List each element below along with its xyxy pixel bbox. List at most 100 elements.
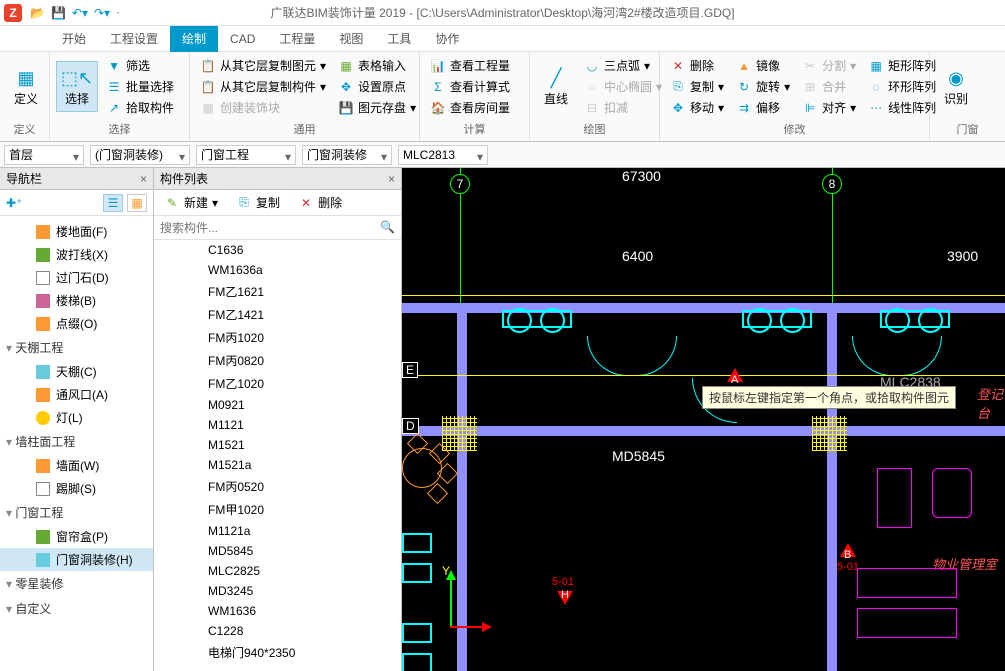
nav-cat-door-window[interactable]: 门窗工程 — [0, 500, 153, 525]
select-button[interactable]: ⬚↖选择 — [56, 61, 98, 112]
nav-add-icon[interactable]: ✚⁺ — [6, 196, 22, 210]
batch-select-button[interactable]: ☰批量选择 — [102, 77, 178, 96]
list-item[interactable]: MD5845 — [154, 541, 401, 561]
component-list[interactable]: C1636WM1636aFM乙1621FM乙1421FM丙1020FM丙0820… — [154, 240, 401, 671]
list-close-icon[interactable]: × — [388, 172, 395, 186]
table-input-button[interactable]: ▦表格输入 — [334, 56, 420, 75]
list-item[interactable]: M1121a — [154, 521, 401, 541]
list-item[interactable]: FM丙1020 — [154, 326, 401, 349]
list-item[interactable]: C1636 — [154, 240, 401, 260]
tab-quantity[interactable]: 工程量 — [267, 26, 327, 52]
tab-start[interactable]: 开始 — [50, 26, 98, 52]
split-button[interactable]: ✂分割 ▾ — [798, 56, 860, 75]
drawing-canvas[interactable]: 7 8 67300 6400 3900 MLC2838 MD5845 — [402, 168, 1005, 671]
three-point-arc-button[interactable]: ◡三点弧 ▾ — [580, 56, 666, 75]
circ-array-button[interactable]: ◌环形阵列 — [864, 77, 940, 96]
tab-project-settings[interactable]: 工程设置 — [98, 26, 170, 52]
mirror-button[interactable]: ▲镜像 — [732, 56, 794, 75]
delete-button[interactable]: ✕删除 — [666, 56, 728, 75]
tab-cad[interactable]: CAD — [218, 26, 267, 52]
quick-access-toolbar: 📂 💾 ↶▾ ↷▾ ⋅ — [30, 6, 120, 20]
list-item[interactable]: 电梯门940*2350 — [154, 641, 401, 664]
copy-from-layer-elem-button[interactable]: 📋从其它层复制图元 ▾ — [196, 56, 330, 75]
line-array-button[interactable]: ⋯线性阵列 — [864, 98, 940, 117]
qat-undo-icon[interactable]: ↶▾ — [72, 6, 88, 20]
list-item[interactable]: FM丙0520 — [154, 475, 401, 498]
filter-button[interactable]: ▼筛选 — [102, 56, 178, 75]
component-list-panel: 构件列表 × ✎新建 ▾ ⎘复制 ✕删除 🔍 C1636WM1636aFM乙16… — [154, 168, 402, 671]
copy-button[interactable]: ⎘复制 ▾ — [666, 77, 728, 96]
rotate-button[interactable]: ↻旋转 ▾ — [732, 77, 794, 96]
list-item[interactable]: WM1636 — [154, 601, 401, 621]
qat-open-icon[interactable]: 📂 — [30, 6, 45, 20]
search-input[interactable] — [154, 216, 401, 239]
list-item[interactable]: FM乙1621 — [154, 280, 401, 303]
create-deco-block-button[interactable]: ▦创建装饰块 — [196, 98, 330, 117]
type-select[interactable]: 门窗工程 — [196, 145, 296, 165]
set-origin-button[interactable]: ✥设置原点 — [334, 77, 420, 96]
view-room-qty-button[interactable]: 🏠查看房间量 — [426, 98, 514, 117]
tab-collab[interactable]: 协作 — [423, 26, 471, 52]
search-icon[interactable]: 🔍 — [380, 220, 395, 234]
floor-select[interactable]: 首层 — [4, 145, 84, 165]
qat-more-icon[interactable]: ⋅ — [116, 6, 120, 20]
dim-6400: 6400 — [622, 248, 653, 264]
list-item[interactable]: M1121 — [154, 415, 401, 435]
list-item[interactable]: M1521 — [154, 435, 401, 455]
list-item[interactable]: M0921 — [154, 395, 401, 415]
tab-tools[interactable]: 工具 — [375, 26, 423, 52]
list-panel-header: 构件列表 × — [154, 168, 401, 190]
list-item[interactable]: WM1636a — [154, 260, 401, 280]
define-button[interactable]: ▦定义 — [6, 62, 46, 111]
deduct-button[interactable]: ⊟扣减 — [580, 98, 666, 117]
grid-bubble-7: 7 — [450, 174, 470, 194]
nav-cat-ceiling[interactable]: 天棚工程 — [0, 335, 153, 360]
line-button[interactable]: ╱直线 — [536, 62, 576, 111]
recognize-button[interactable]: ◉识别 — [936, 62, 976, 111]
nav-close-icon[interactable]: × — [140, 172, 147, 186]
tab-view[interactable]: 视图 — [327, 26, 375, 52]
list-item[interactable]: MD3245 — [154, 581, 401, 601]
list-item[interactable]: C1228 — [154, 621, 401, 641]
view-quantity-button[interactable]: 📊查看工程量 — [426, 56, 514, 75]
list-item[interactable]: FM丙0820 — [154, 349, 401, 372]
merge-button[interactable]: ⊞合并 — [798, 77, 860, 96]
nav-item-threshold: 过门石(D) — [0, 266, 153, 289]
rect-array-button[interactable]: ▦矩形阵列 — [864, 56, 940, 75]
list-item[interactable]: FM乙1020 — [154, 372, 401, 395]
component-select[interactable]: MLC2813 — [398, 145, 488, 165]
center-ellipse-button[interactable]: ○中心椭圆 ▾ — [580, 77, 666, 96]
nav-panel-header: 导航栏 × — [0, 168, 153, 190]
category-select[interactable]: (门窗洞装修) — [90, 145, 190, 165]
nav-item-skirting: 踢脚(S) — [0, 477, 153, 500]
offset-button[interactable]: ⇉偏移 — [732, 98, 794, 117]
qat-redo-icon[interactable]: ↷▾ — [94, 6, 110, 20]
copy-from-layer-comp-button[interactable]: 📋从其它层复制构件 ▾ — [196, 77, 330, 96]
nav-cat-custom[interactable]: 自定义 — [0, 596, 153, 621]
pick-component-button[interactable]: ↗拾取构件 — [102, 98, 178, 117]
new-component-button[interactable]: ✎新建 ▾ — [160, 193, 222, 212]
list-item[interactable]: M1521a — [154, 455, 401, 475]
view-formula-button[interactable]: Σ查看计算式 — [426, 77, 514, 96]
nav-view-list-icon[interactable]: ☰ — [103, 194, 123, 212]
nav-view-grid-icon[interactable]: ▦ — [127, 194, 147, 212]
room-label-1: 登记台 — [977, 384, 1005, 422]
copy-component-button[interactable]: ⎘复制 — [232, 193, 284, 212]
subtype-select[interactable]: 门窗洞装修 — [302, 145, 392, 165]
grid-bubble-8: 8 — [822, 174, 842, 194]
nav-tree[interactable]: 楼地面(F) 波打线(X) 过门石(D) 楼梯(B) 点缀(O) 天棚工程 天棚… — [0, 216, 153, 671]
nav-item-wall: 墙面(W) — [0, 454, 153, 477]
move-button[interactable]: ✥移动 ▾ — [666, 98, 728, 117]
list-item[interactable]: FM乙1421 — [154, 303, 401, 326]
align-button[interactable]: ⊫对齐 ▾ — [798, 98, 860, 117]
delete-component-button[interactable]: ✕删除 — [294, 193, 346, 212]
list-item[interactable]: MLC2825 — [154, 561, 401, 581]
tab-draw[interactable]: 绘制 — [170, 26, 218, 52]
nav-cat-wall[interactable]: 墙柱面工程 — [0, 429, 153, 454]
save-elem-button[interactable]: 💾图元存盘 ▾ — [334, 98, 420, 117]
axis-label-e: E — [402, 362, 418, 378]
group-label-door-window: 门窗 — [936, 119, 999, 139]
list-item[interactable]: FM甲1020 — [154, 498, 401, 521]
nav-cat-misc[interactable]: 零星装修 — [0, 571, 153, 596]
qat-save-icon[interactable]: 💾 — [51, 6, 66, 20]
